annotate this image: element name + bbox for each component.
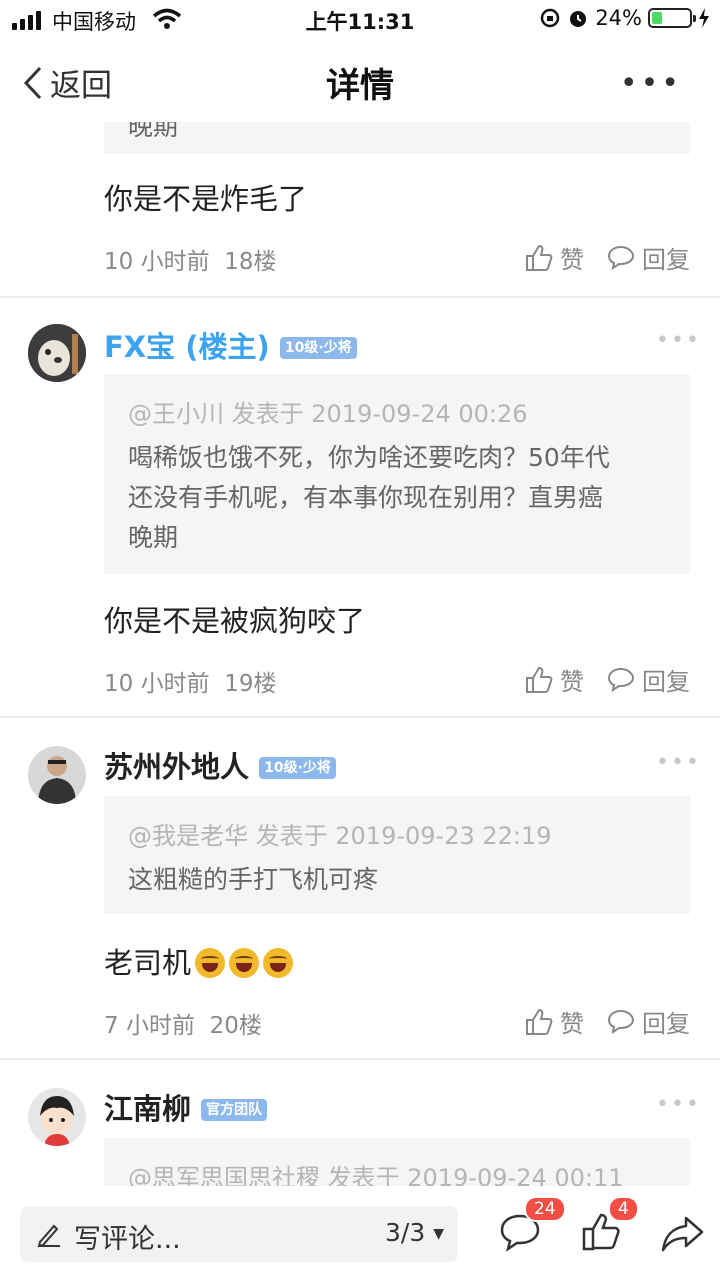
battery-percent: 24% [595, 6, 642, 30]
quote-block: @我是老华 发表于 2019-09-23 22:19 这粗糙的手打飞机可疼 [104, 796, 690, 914]
like-count-badge: 4 [608, 1196, 639, 1222]
charging-icon [699, 8, 709, 28]
like-label: 赞 [560, 668, 584, 696]
share-icon [661, 1216, 704, 1252]
like-button[interactable]: 赞 [524, 1004, 584, 1039]
avatar[interactable] [28, 746, 86, 804]
caret-down-icon: ▼ [433, 1226, 444, 1242]
comments-button[interactable]: 24 [498, 1196, 566, 1256]
comment-content: 你是不是被疯狗咬了 [104, 604, 366, 638]
comment-actions: 赞 回复 [502, 1004, 690, 1039]
reply-label: 回复 [642, 246, 690, 274]
reply-label: 回复 [642, 668, 690, 696]
pencil-icon [37, 1224, 60, 1248]
reply-button[interactable]: 回复 [606, 662, 690, 697]
comment-time: 10 小时前 [104, 671, 210, 697]
quote-meta: @王小川 发表于 2019-09-24 00:26 [128, 400, 528, 428]
divider [0, 296, 720, 298]
like-button[interactable]: 赞 [524, 662, 584, 697]
username[interactable]: 苏州外地人 10级·少将 [104, 744, 336, 786]
comment-meta: 10 小时前 19楼 [104, 664, 276, 698]
username[interactable]: FX宝 (楼主) 10级·少将 [104, 324, 357, 366]
username[interactable]: 江南柳 官方团队 [104, 1086, 268, 1128]
username-text: 苏州外地人 [104, 750, 250, 784]
reply-label: 回复 [642, 1010, 690, 1038]
comment-meta: 7 小时前 20楼 [104, 1006, 262, 1040]
comment-content: 你是不是炸毛了 [104, 182, 308, 216]
comment-floor: 19楼 [224, 671, 277, 697]
comment-actions: 赞 回复 [502, 662, 690, 697]
divider [0, 716, 720, 718]
thumbs-up-icon [526, 244, 553, 271]
thumbs-up-icon [526, 666, 553, 693]
comment-actions: 赞 回复 [502, 240, 690, 275]
avatar[interactable] [28, 324, 86, 382]
quote-block: @思军思国思社稷 发表于 2019-09-24 00:11 [104, 1138, 690, 1186]
comment-icon [607, 1009, 635, 1034]
quote-meta: @思军思国思社稷 发表于 2019-09-24 00:11 [128, 1164, 624, 1186]
comment-count-badge: 24 [524, 1196, 566, 1222]
comment-floor: 20楼 [209, 1013, 262, 1039]
battery-icon [648, 8, 696, 28]
comment-floor: 18楼 [224, 249, 277, 275]
comment-content: 老司机 [104, 940, 294, 982]
quote-text-line: 喝稀饭也饿不死，你为啥还要吃肉？50年代 [128, 443, 610, 472]
reply-button[interactable]: 回复 [606, 1004, 690, 1039]
official-badge: 官方团队 [201, 1099, 268, 1121]
laughing-emoji-icon [229, 948, 260, 978]
page-indicator[interactable]: 3/3 ▼ [385, 1218, 444, 1247]
level-badge: 10级·少将 [279, 337, 357, 359]
alarm-icon [570, 11, 587, 27]
comment-input[interactable]: 写评论... 3/3 ▼ [20, 1206, 458, 1262]
post-more-button[interactable]: ••• [656, 750, 701, 775]
level-badge: 10级·少将 [259, 757, 336, 779]
quote-text-line: 这粗糙的手打飞机可疼 [128, 865, 379, 894]
comment-time: 10 小时前 [104, 249, 210, 275]
nav-bar: 返回 详情 ••• [0, 40, 720, 122]
comment-icon [607, 667, 635, 692]
avatar[interactable] [28, 1088, 86, 1146]
laughing-emoji-icon [195, 948, 226, 978]
quote-text-line: 晚期 [128, 523, 179, 552]
post-more-button[interactable]: ••• [656, 328, 701, 353]
comment-meta: 10 小时前 18楼 [104, 242, 276, 276]
quote-text-line: 还没有手机呢，有本事你现在别用？直男癌 [128, 483, 604, 512]
quote-block: 晚期 [104, 122, 690, 154]
page-indicator-text: 3/3 [385, 1218, 426, 1247]
like-button[interactable]: 赞 [524, 240, 584, 275]
like-post-button[interactable]: 4 [580, 1196, 639, 1256]
reply-button[interactable]: 回复 [606, 240, 690, 275]
like-label: 赞 [560, 1010, 584, 1038]
share-button[interactable] [660, 1214, 704, 1258]
comment-time: 7 小时前 [104, 1013, 195, 1039]
rotation-lock-icon [541, 8, 560, 28]
quote-meta: @我是老华 发表于 2019-09-23 22:19 [128, 822, 552, 850]
username-text: 江南柳 [104, 1092, 192, 1126]
laughing-emoji-icon [263, 948, 294, 978]
comment-placeholder: 写评论... [74, 1224, 181, 1255]
comment-text: 老司机 [104, 946, 192, 980]
thumbs-up-icon [526, 1008, 553, 1035]
more-options-button[interactable]: ••• [620, 66, 682, 101]
post-more-button[interactable]: ••• [656, 1092, 701, 1117]
divider [0, 1058, 720, 1060]
username-text: FX宝 (楼主) [104, 330, 270, 364]
status-bar: 中国移动 上午11:31 24% [0, 0, 720, 40]
quote-block: @王小川 发表于 2019-09-24 00:26 喝稀饭也饿不死，你为啥还要吃… [104, 374, 690, 574]
quote-text: 晚期 [128, 122, 179, 141]
bottom-bar: 写评论... 3/3 ▼ 24 4 [0, 1186, 720, 1280]
like-label: 赞 [560, 246, 584, 274]
comment-icon [607, 245, 635, 270]
page-title: 详情 [326, 66, 394, 106]
